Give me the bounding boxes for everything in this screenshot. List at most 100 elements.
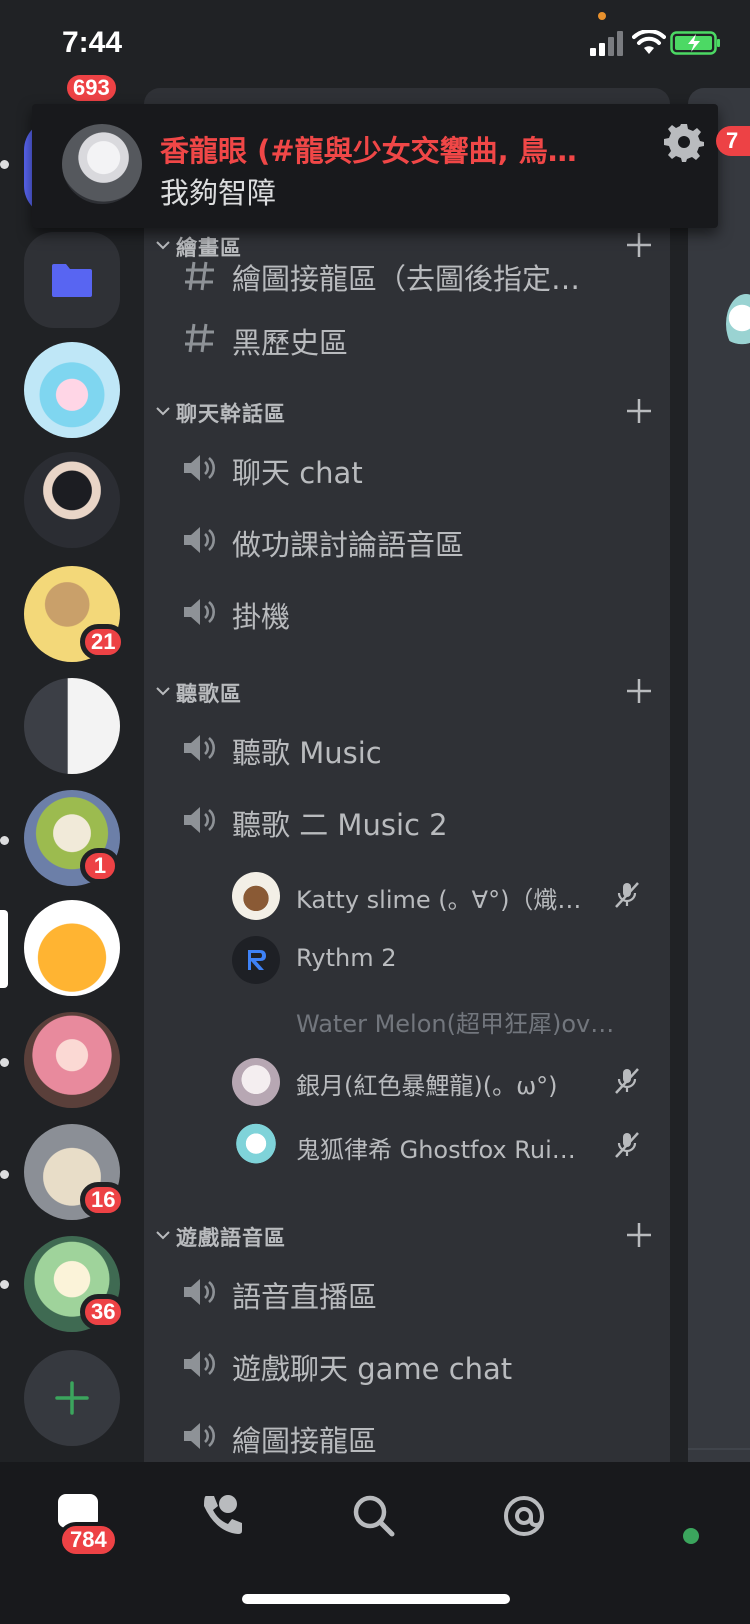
- mention-badge: 36: [80, 1294, 127, 1330]
- divider: [688, 1448, 750, 1450]
- status-time: 7:44: [62, 26, 123, 59]
- message-notification[interactable]: 香龍眼 (#龍與少女交響曲, 鳥… 我夠智障: [32, 104, 718, 228]
- voice-user-name: Water Melon(超甲狂犀)ov…: [296, 1010, 615, 1038]
- plus-icon: [55, 1381, 89, 1415]
- voice-user[interactable]: Katty slime (。∀°)（熾…: [232, 868, 652, 924]
- channel-name: 聊天 chat: [232, 456, 363, 490]
- voice-user[interactable]: 銀月(紅色暴鯉龍)(。ω°): [232, 1054, 652, 1110]
- category-label: 聽歌區: [176, 682, 242, 706]
- unread-indicator: [0, 836, 9, 845]
- channel-item[interactable]: 黑歷史區: [174, 310, 644, 366]
- unread-indicator: [0, 1280, 9, 1289]
- channel-name: 掛機: [232, 600, 291, 634]
- chevron-down-icon: [156, 241, 170, 250]
- voice-user[interactable]: Rythm 2: [232, 932, 652, 988]
- chevron-down-icon: [156, 1231, 170, 1240]
- channel-name: 聽歌 Music: [232, 736, 382, 770]
- hashtag-icon: [185, 323, 214, 353]
- home-indicator: [242, 1594, 510, 1604]
- category-label: 繪畫區: [176, 236, 242, 260]
- speaker-icon: [184, 599, 215, 625]
- muted-mic-icon: [615, 1068, 639, 1094]
- friends-phone-icon: [204, 1495, 242, 1534]
- mention-badge: 16: [80, 1182, 127, 1218]
- channel-item-partial[interactable]: 繪圖接龍區（去圖後指定…: [174, 260, 644, 304]
- channel-name: 做功課討論語音區: [232, 528, 465, 562]
- channel-name: 聽歌 二 Music 2: [232, 808, 448, 842]
- voice-user-name: Rythm 2: [296, 944, 397, 972]
- notification-title: 香龍眼 (#龍與少女交響曲, 鳥…: [160, 134, 577, 168]
- avatar: [232, 1122, 280, 1170]
- add-channel-icon[interactable]: [624, 396, 654, 426]
- selected-server-indicator: [0, 910, 8, 988]
- server-icon[interactable]: [24, 342, 120, 438]
- voice-user-name: 鬼狐律希 Ghostfox Rui…: [296, 1136, 576, 1164]
- voice-user[interactable]: Water Melon(超甲狂犀)ov…: [232, 992, 652, 1048]
- speaker-icon: [184, 527, 215, 553]
- add-server-button[interactable]: [24, 1350, 120, 1446]
- online-status-indicator[interactable]: [683, 1528, 699, 1544]
- category-header[interactable]: 聊天幹話區: [154, 394, 654, 434]
- rythm-logo-icon: [248, 950, 266, 970]
- add-channel-icon[interactable]: [624, 1220, 654, 1250]
- voice-channel-item[interactable]: 繪圖接龍區: [174, 1408, 644, 1464]
- voice-channel-item[interactable]: 聊天 chat: [174, 440, 644, 496]
- avatar: [232, 872, 280, 920]
- home-unread-badge: 784: [58, 1522, 119, 1558]
- avatar: [232, 936, 280, 984]
- mention-badge: 21: [80, 624, 127, 660]
- server-folder[interactable]: [24, 232, 120, 328]
- hashtag-icon: [185, 261, 214, 291]
- chevron-down-icon: [156, 407, 170, 416]
- muted-mic-icon: [615, 882, 639, 908]
- chat-panel-peek[interactable]: [688, 88, 750, 1464]
- gear-icon[interactable]: [664, 122, 704, 162]
- avatar: [232, 1058, 280, 1106]
- category-label: 遊戲語音區: [176, 1226, 286, 1250]
- server-icon[interactable]: 36: [24, 1236, 127, 1332]
- add-channel-icon[interactable]: [624, 230, 654, 260]
- channel-name: 語音直播區: [232, 1280, 378, 1314]
- server-icon[interactable]: [24, 678, 120, 774]
- server-icon[interactable]: 1: [24, 790, 120, 886]
- server-icon[interactable]: [24, 452, 120, 548]
- tab-friends[interactable]: [198, 1490, 258, 1546]
- channel-name: 繪圖接龍區（去圖後指定…: [232, 262, 581, 296]
- channel-name: 黑歷史區: [232, 326, 349, 360]
- speaker-icon: [184, 1351, 215, 1377]
- voice-channel-item[interactable]: 做功課討論語音區: [174, 512, 644, 568]
- tab-search[interactable]: [346, 1490, 406, 1546]
- voice-channel-item[interactable]: 聽歌 Music: [174, 720, 644, 776]
- wifi-icon: [632, 30, 666, 54]
- voice-channel-item[interactable]: 語音直播區: [174, 1264, 644, 1320]
- tab-mentions[interactable]: [496, 1490, 556, 1546]
- voice-channel-item[interactable]: 掛機: [174, 584, 644, 640]
- chevron-down-icon: [156, 687, 170, 696]
- server-icon[interactable]: 21: [24, 566, 127, 662]
- voice-channel-item[interactable]: 聽歌 二 Music 2: [174, 792, 644, 848]
- avatar: [726, 294, 750, 354]
- server-icon[interactable]: [24, 900, 120, 996]
- add-channel-icon[interactable]: [624, 676, 654, 706]
- channel-list[interactable]: 繪畫區 繪圖接龍區（去圖後指定… 黑歷史區 聊天幹話區 聊天 chat 做功課討…: [144, 88, 670, 1464]
- cellular-signal-icon: [590, 31, 623, 56]
- category-header[interactable]: 聽歌區: [154, 674, 654, 714]
- voice-user[interactable]: 鬼狐律希 Ghostfox Rui…: [232, 1118, 652, 1174]
- server-icon[interactable]: 16: [24, 1124, 127, 1220]
- speaker-icon: [184, 1279, 215, 1305]
- unread-badge: 7: [716, 126, 750, 156]
- voice-channel-item[interactable]: 遊戲聊天 game chat: [174, 1336, 644, 1392]
- search-icon: [353, 1495, 395, 1537]
- server-icon[interactable]: [24, 1012, 120, 1108]
- speaker-icon: [184, 807, 215, 833]
- unread-indicator: [0, 1170, 9, 1179]
- privacy-indicator-dot: [598, 12, 606, 20]
- category-label: 聊天幹話區: [176, 402, 286, 426]
- category-header[interactable]: 遊戲語音區: [154, 1218, 654, 1258]
- speaker-icon: [184, 455, 215, 481]
- channel-name: 遊戲聊天 game chat: [232, 1352, 513, 1386]
- voice-user-name: 銀月(紅色暴鯉龍)(。ω°): [296, 1072, 558, 1100]
- unread-indicator: [0, 160, 9, 169]
- speaker-icon: [184, 735, 215, 761]
- battery-charging-icon: [670, 31, 720, 55]
